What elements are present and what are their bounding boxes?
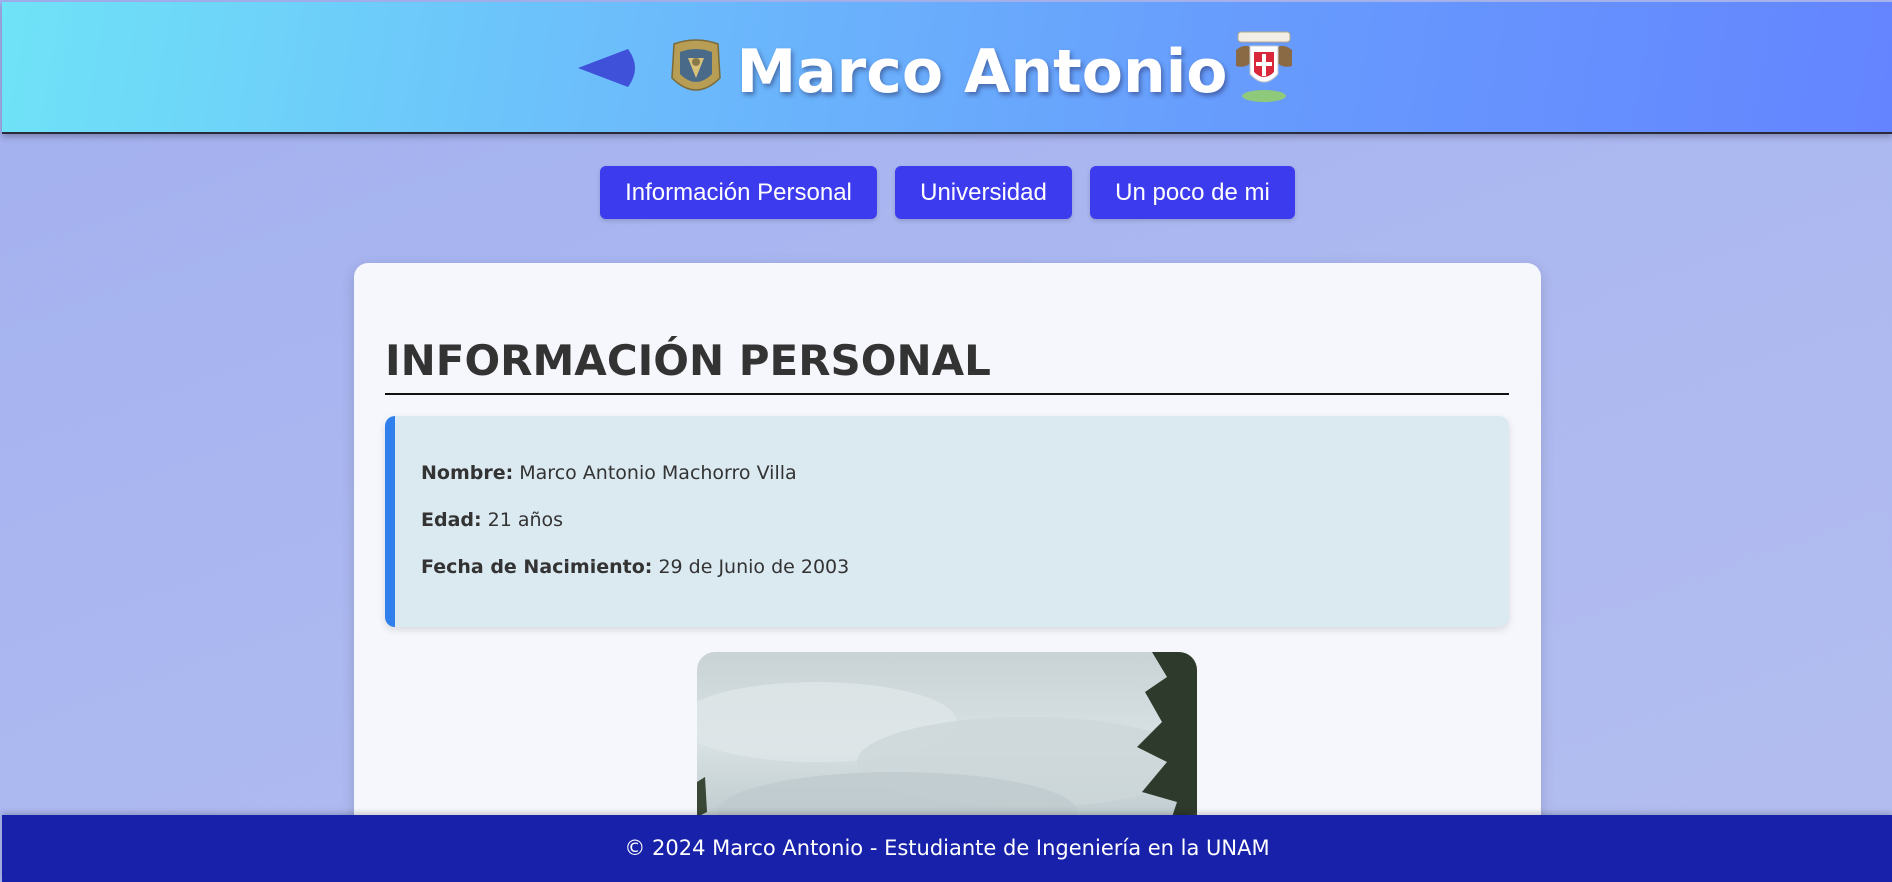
- info-edad: Edad: 21 años: [421, 509, 563, 531]
- content-card: INFORMACIÓN PERSONAL Nombre: Marco Anton…: [354, 263, 1541, 882]
- info-edad-label: Edad:: [421, 509, 482, 531]
- nav-un-poco-de-mi-button[interactable]: Un poco de mi: [1090, 166, 1295, 219]
- section-title: INFORMACIÓN PERSONAL: [385, 335, 1509, 395]
- info-fecha-nacimiento: Fecha de Nacimiento: 29 de Junio de 2003: [421, 556, 849, 578]
- info-nombre: Nombre: Marco Antonio Machorro Villa: [421, 462, 797, 484]
- info-nombre-value: Marco Antonio Machorro Villa: [519, 462, 797, 484]
- info-edad-value: 21 años: [487, 509, 564, 531]
- ingenieria-logo: [1236, 31, 1292, 102]
- page-footer: © 2024 Marco Antonio - Estudiante de Ing…: [2, 815, 1892, 882]
- footer-text: © 2024 Marco Antonio - Estudiante de Ing…: [624, 836, 1270, 860]
- info-fecha-nacimiento-label: Fecha de Nacimiento:: [421, 556, 653, 578]
- info-fecha-nacimiento-value: 29 de Junio de 2003: [658, 556, 850, 578]
- back-arrow-icon[interactable]: [576, 46, 640, 90]
- page-title: Marco Antonio: [736, 37, 1228, 107]
- nav-informacion-personal-button[interactable]: Información Personal: [600, 166, 877, 219]
- nav-universidad-button[interactable]: Universidad: [895, 166, 1072, 219]
- info-nombre-label: Nombre:: [421, 462, 514, 484]
- page-header: Marco Antonio: [2, 2, 1892, 134]
- personal-info-box: Nombre: Marco Antonio Machorro Villa Eda…: [385, 416, 1509, 627]
